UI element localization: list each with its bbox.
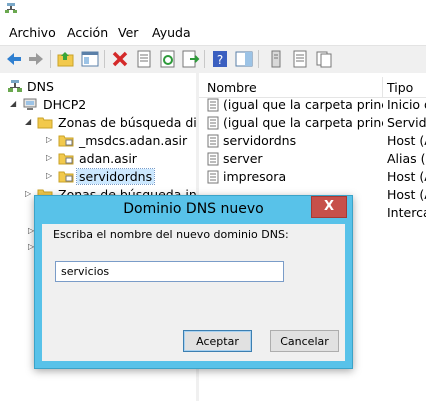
dialog-prompt: Escriba el nombre del nuevo dominio DNS:: [53, 228, 289, 241]
list-row[interactable]: (igual que la carpeta princip... Servido: [199, 114, 426, 132]
record-type: Host (A: [387, 169, 426, 184]
tree-label-forward-zones: Zonas de búsqueda direc: [58, 115, 197, 130]
dialog-body: Escriba el nombre del nuevo dominio DNS:…: [42, 224, 345, 361]
menu-ayuda[interactable]: Ayuda: [152, 25, 191, 40]
tree-label-zone: adan.asir: [79, 151, 137, 166]
record-type: Alias (C: [387, 151, 426, 166]
dns-app-icon: [5, 3, 17, 13]
toolbar-separator: [104, 50, 105, 68]
window-top-strip: [0, 0, 426, 21]
menu-ver[interactable]: Ver: [118, 25, 138, 40]
action-pane-icon[interactable]: [234, 49, 254, 69]
up-folder-icon[interactable]: [56, 49, 76, 69]
record-icon: [207, 152, 219, 166]
expanded-triangle-icon[interactable]: ◢: [10, 99, 20, 108]
expanded-triangle-icon[interactable]: ◢: [25, 117, 35, 126]
record-icon: [207, 134, 219, 148]
toolbar-separator: [258, 50, 259, 68]
zone-folder-icon: [58, 171, 74, 183]
dialog-title: Dominio DNS nuevo: [123, 201, 264, 217]
list-row[interactable]: servidordns Host (A: [199, 132, 426, 150]
toolbar: ?: [0, 45, 426, 74]
close-icon: X: [323, 199, 335, 214]
properties-icon[interactable]: [134, 49, 154, 69]
records-icon[interactable]: [314, 49, 334, 69]
collapsed-triangle-icon[interactable]: ▷: [46, 171, 56, 180]
tree-label-zone: _msdcs.adan.asir: [79, 133, 188, 148]
server-icon: [23, 98, 37, 110]
export-list-icon[interactable]: [180, 49, 200, 69]
record-type: Inicio d: [387, 97, 426, 112]
record-type: Intercar: [387, 205, 426, 220]
record-name: server: [223, 151, 263, 166]
record-icon: [207, 170, 219, 184]
close-button[interactable]: X: [311, 196, 347, 218]
column-header-tipo[interactable]: Tipo: [387, 80, 413, 95]
record-name: (igual que la carpeta princip...: [223, 115, 383, 130]
zone-folder-icon: [58, 135, 74, 147]
record-name: (igual que la carpeta princip...: [223, 97, 383, 112]
list-row[interactable]: impresora Host (A: [199, 168, 426, 186]
toolbar-separator: [50, 50, 51, 68]
record-name: impresora: [223, 169, 287, 184]
collapsed-triangle-icon[interactable]: ▷: [46, 153, 56, 162]
tree-label-server: DHCP2: [43, 97, 87, 112]
list-header: Nombre Tipo: [199, 77, 426, 98]
cancel-button[interactable]: Cancelar: [270, 330, 339, 352]
new-dns-domain-dialog: Dominio DNS nuevo X Escriba el nombre de…: [34, 195, 353, 369]
domain-name-input[interactable]: servicios: [55, 261, 284, 282]
record-type: Servido: [387, 115, 426, 130]
zone-folder-icon: [58, 153, 74, 165]
menu-archivo[interactable]: Archivo: [9, 25, 56, 40]
refresh-icon[interactable]: [158, 49, 178, 69]
help-icon[interactable]: ?: [210, 49, 230, 69]
accept-button[interactable]: Aceptar: [183, 330, 252, 352]
svg-text:?: ?: [217, 53, 223, 67]
back-arrow-icon[interactable]: [4, 49, 24, 69]
menu-accion[interactable]: Acción: [67, 25, 108, 40]
delete-icon[interactable]: [110, 49, 130, 69]
record-icon: [207, 98, 219, 112]
list-row[interactable]: server Alias (C: [199, 150, 426, 168]
tree-label-dns: DNS: [27, 79, 54, 94]
collapsed-triangle-icon[interactable]: ▷: [46, 135, 56, 144]
show-tree-icon[interactable]: [80, 49, 100, 69]
forward-arrow-icon[interactable]: [26, 49, 46, 69]
dns-icon: [8, 80, 22, 92]
record-type: Host (A: [387, 187, 426, 202]
record-icon: [207, 116, 219, 130]
menu-bar: Archivo Acción Ver Ayuda: [0, 21, 426, 45]
server-icon[interactable]: [266, 49, 286, 69]
tree-label-zone: servidordns: [75, 168, 156, 185]
zone-file-icon[interactable]: [290, 49, 310, 69]
column-divider[interactable]: [382, 77, 383, 97]
column-header-nombre[interactable]: Nombre: [207, 80, 257, 95]
record-type: Host (A: [387, 133, 426, 148]
folder-icon: [37, 117, 53, 129]
toolbar-separator: [204, 50, 205, 68]
record-name: servidordns: [223, 133, 297, 148]
list-row[interactable]: (igual que la carpeta princip... Inicio …: [199, 96, 426, 114]
